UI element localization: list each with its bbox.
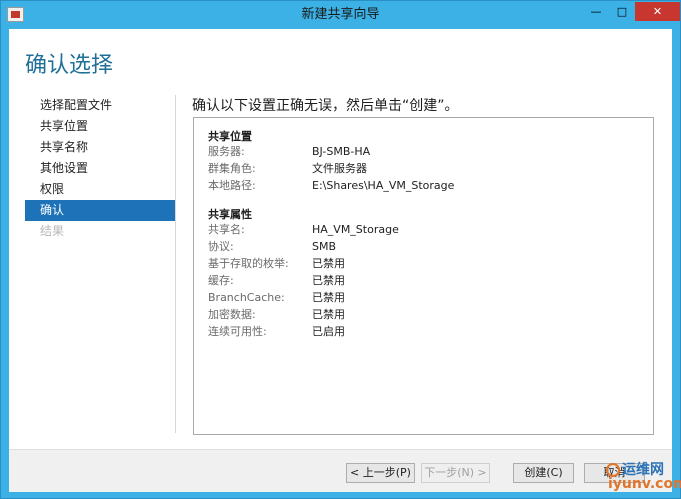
maximize-button[interactable]: □ (609, 2, 635, 21)
nav-item-other-settings[interactable]: 其他设置 (25, 158, 175, 179)
nav-item-confirmation[interactable]: 确认 (25, 200, 175, 221)
summary-value: 文件服务器 (312, 162, 367, 175)
nav-item-permissions[interactable]: 权限 (25, 179, 175, 200)
maximize-icon: □ (616, 5, 628, 18)
summary-value: 已禁用 (312, 274, 345, 287)
summary-key: 共享名: (208, 223, 245, 236)
summary-value: 已启用 (312, 325, 345, 338)
summary-key: 群集角色: (208, 162, 256, 175)
summary-value: SMB (312, 240, 337, 253)
summary-row: 服务器: BJ-SMB-HA (208, 143, 648, 160)
summary-row: 群集角色: 文件服务器 (208, 160, 648, 177)
nav-item-share-location[interactable]: 共享位置 (25, 116, 175, 137)
close-button[interactable]: ✕ (635, 2, 680, 21)
section-title-location: 共享位置 (208, 130, 252, 143)
summary-value: 已禁用 (312, 291, 345, 304)
nav-item-select-profile[interactable]: 选择配置文件 (25, 95, 175, 116)
watermark-en-text: iyunv.com (608, 476, 681, 492)
wizard-steps-nav: 选择配置文件 共享位置 共享名称 其他设置 权限 确认 结果 (25, 95, 175, 242)
summary-row: 共享名: HA_VM_Storage (208, 221, 648, 238)
summary-row: 协议: SMB (208, 238, 648, 255)
section-title-properties: 共享属性 (208, 208, 252, 221)
wizard-content: 确认选择 选择配置文件 共享位置 共享名称 其他设置 权限 确认 结果 确认以下… (9, 29, 672, 492)
create-button[interactable]: 创建(C) (513, 463, 574, 483)
summary-key: 缓存: (208, 274, 234, 287)
summary-key: BranchCache: (208, 291, 285, 304)
nav-divider (175, 95, 176, 433)
next-button: 下一步(N) > (421, 463, 490, 483)
summary-key: 基于存取的枚举: (208, 257, 289, 270)
site-watermark: 运维网 iyunv.com (606, 459, 681, 497)
summary-key: 连续可用性: (208, 325, 267, 338)
summary-key: 协议: (208, 240, 234, 253)
minimize-icon: — (590, 5, 602, 18)
summary-row: BranchCache: 已禁用 (208, 289, 648, 306)
summary-row: 基于存取的枚举: 已禁用 (208, 255, 648, 272)
summary-key: 服务器: (208, 145, 245, 158)
page-title: 确认选择 (25, 53, 114, 78)
close-icon: ✕ (652, 5, 663, 18)
summary-row: 缓存: 已禁用 (208, 272, 648, 289)
summary-key: 加密数据: (208, 308, 256, 321)
summary-key: 本地路径: (208, 179, 256, 192)
summary-value: HA_VM_Storage (312, 223, 399, 236)
summary-value: E:\Shares\HA_VM_Storage (312, 179, 455, 192)
wizard-window: 新建共享向导 — □ ✕ 确认选择 选择配置文件 共享位置 共享名称 其他设置 … (0, 0, 681, 499)
summary-panel[interactable]: 共享位置 服务器: BJ-SMB-HA 群集角色: 文件服务器 本地路径: E:… (193, 117, 654, 435)
summary-value: 已禁用 (312, 257, 345, 270)
summary-row: 本地路径: E:\Shares\HA_VM_Storage (208, 177, 648, 194)
wizard-footer: < 上一步(P) 下一步(N) > 创建(C) 取消 (9, 449, 672, 492)
previous-button[interactable]: < 上一步(P) (346, 463, 415, 483)
nav-item-share-name[interactable]: 共享名称 (25, 137, 175, 158)
window-title: 新建共享向导 (301, 7, 380, 22)
nav-item-results: 结果 (40, 224, 65, 238)
instruction-text: 确认以下设置正确无误，然后单击“创建”。 (192, 98, 459, 114)
title-bar[interactable]: 新建共享向导 — □ ✕ (1, 1, 680, 29)
watermark-logo-icon (606, 463, 620, 477)
summary-row: 连续可用性: 已启用 (208, 323, 648, 340)
summary-value: BJ-SMB-HA (312, 145, 371, 158)
summary-value: 已禁用 (312, 308, 345, 321)
summary-row: 加密数据: 已禁用 (208, 306, 648, 323)
minimize-button[interactable]: — (583, 2, 609, 21)
